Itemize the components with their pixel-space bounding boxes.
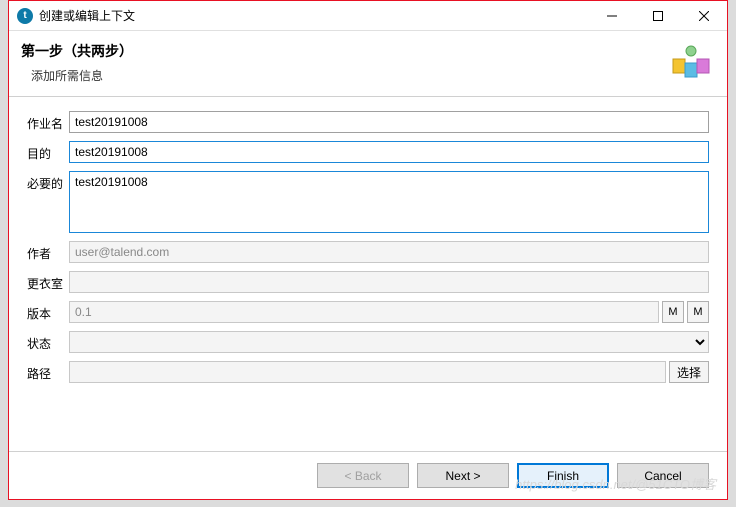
required-textarea[interactable]: test20191008 [69, 171, 709, 233]
version-minor-button[interactable]: M [687, 301, 709, 323]
locker-field [69, 271, 709, 293]
form-content: 作业名 目的 必要的 test20191008 作者 user@talend.c… [9, 97, 727, 451]
titlebar: t 创建或编辑上下文 [9, 1, 727, 31]
window-title: 创建或编辑上下文 [39, 7, 589, 24]
author-label: 作者 [27, 241, 69, 262]
back-button: < Back [317, 463, 409, 488]
status-label: 状态 [27, 331, 69, 352]
minimize-button[interactable] [589, 1, 635, 31]
purpose-label: 目的 [27, 141, 69, 162]
version-label: 版本 [27, 301, 69, 322]
required-label: 必要的 [27, 171, 69, 192]
wizard-icon [671, 43, 711, 79]
app-icon: t [17, 8, 33, 24]
step-description: 添加所需信息 [31, 67, 671, 84]
step-title: 第一步（共两步） [21, 41, 671, 61]
name-label: 作业名 [27, 111, 69, 132]
name-input[interactable] [69, 111, 709, 133]
dialog-window: t 创建或编辑上下文 第一步（共两步） 添加所需信息 作业名 目的 必要的 te… [8, 0, 728, 500]
path-select-button[interactable]: 选择 [669, 361, 709, 383]
locker-label: 更衣室 [27, 271, 69, 292]
header-text: 第一步（共两步） 添加所需信息 [21, 41, 671, 84]
finish-button[interactable]: Finish [517, 463, 609, 488]
maximize-button[interactable] [635, 1, 681, 31]
status-select[interactable] [69, 331, 709, 353]
wizard-footer: < Back Next > Finish Cancel [9, 451, 727, 499]
version-field: 0.1 [69, 301, 659, 323]
wizard-header: 第一步（共两步） 添加所需信息 [9, 31, 727, 97]
version-major-button[interactable]: M [662, 301, 684, 323]
close-button[interactable] [681, 1, 727, 31]
path-label: 路径 [27, 361, 69, 382]
author-field: user@talend.com [69, 241, 709, 263]
path-field [69, 361, 666, 383]
purpose-input[interactable] [69, 141, 709, 163]
cancel-button[interactable]: Cancel [617, 463, 709, 488]
next-button[interactable]: Next > [417, 463, 509, 488]
